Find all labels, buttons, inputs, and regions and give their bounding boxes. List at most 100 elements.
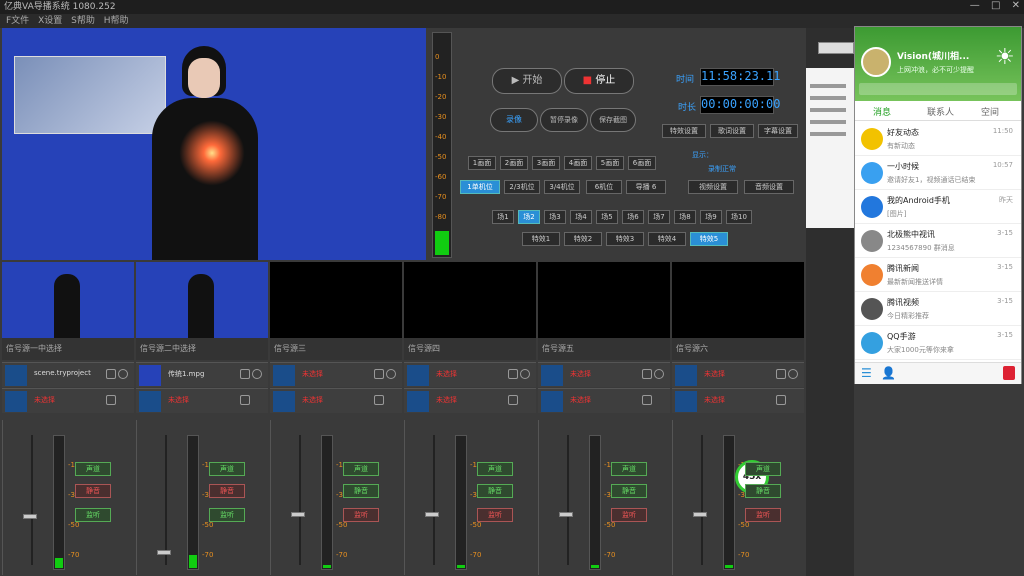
maximize-button[interactable]: □ — [991, 0, 1000, 11]
edit-icon[interactable] — [374, 395, 384, 405]
source-6-file-row2[interactable]: 未选择 — [672, 388, 804, 413]
source-2-video[interactable] — [136, 262, 268, 338]
tab-space[interactable]: 空间 — [981, 105, 999, 118]
source-4-file-row2[interactable]: 未选择 — [404, 388, 536, 413]
source-3-button[interactable]: 场3 — [544, 210, 566, 224]
search-input[interactable] — [859, 83, 1017, 95]
check-icon[interactable] — [252, 369, 262, 379]
mute-button[interactable]: 静音 — [209, 484, 245, 498]
audio-settings-button[interactable]: 音频设置 — [744, 180, 794, 194]
tab-contacts[interactable]: 联系人 — [927, 105, 954, 118]
tree-item[interactable] — [810, 96, 846, 100]
contacts-icon[interactable]: 👤 — [881, 366, 896, 380]
layout-4-button[interactable]: 4画面 — [564, 156, 592, 170]
menu-help2[interactable]: H帮助 — [104, 16, 129, 26]
edit-icon[interactable] — [374, 369, 384, 379]
source-3-file-row[interactable]: 未选择 — [270, 362, 402, 387]
edit-icon[interactable] — [776, 395, 786, 405]
mute-button[interactable]: 静音 — [75, 484, 111, 498]
layout-3-button[interactable]: 3画面 — [532, 156, 560, 170]
source-6-video[interactable] — [672, 262, 804, 338]
volume-fader-knob[interactable] — [559, 512, 573, 517]
source-1-button[interactable]: 场1 — [492, 210, 514, 224]
list-item[interactable]: QQ手游 大家1000元等你来拿 3-15 — [855, 327, 1021, 360]
edit-icon[interactable] — [240, 369, 250, 379]
source-4-button[interactable]: 场4 — [570, 210, 592, 224]
source-6-file-row[interactable]: 未选择 — [672, 362, 804, 387]
source-4-video[interactable] — [404, 262, 536, 338]
monitor-button[interactable]: 监听 — [209, 508, 245, 522]
source-2-file-row2[interactable]: 未选择 — [136, 388, 268, 413]
tree-item[interactable] — [810, 120, 846, 124]
source-3-file-row2[interactable]: 未选择 — [270, 388, 402, 413]
list-item[interactable]: 好友动态 有新动态 11:50 — [855, 123, 1021, 156]
volume-fader-knob[interactable] — [693, 512, 707, 517]
list-item[interactable]: 北极熊中视讯 1234567890 群消息 3-15 — [855, 225, 1021, 258]
mode-1-button[interactable]: 1单机位 — [460, 180, 500, 194]
source-1-file-row2[interactable]: 未选择 — [2, 388, 134, 413]
app-icon[interactable] — [1003, 366, 1015, 380]
volume-fader-knob[interactable] — [425, 512, 439, 517]
source-5-file-row2[interactable]: 未选择 — [538, 388, 670, 413]
list-item[interactable]: 腾讯新闻 最新新闻推送详情 3-15 — [855, 259, 1021, 292]
channel-button[interactable]: 声道 — [477, 462, 513, 476]
transition-2-button[interactable]: 特效2 — [564, 232, 602, 246]
tree-item[interactable] — [810, 84, 846, 88]
menu-icon[interactable]: ☰ — [861, 366, 872, 380]
list-item[interactable]: 一小时候 邀请好友1，视频通话已结束 10:57 — [855, 157, 1021, 190]
menu-file[interactable]: F文件 — [6, 16, 29, 26]
tree-item[interactable] — [810, 132, 846, 136]
volume-fader-knob[interactable] — [23, 514, 37, 519]
stop-button[interactable]: ■ 停止 — [564, 68, 634, 94]
volume-fader-knob[interactable] — [291, 512, 305, 517]
source-5-button[interactable]: 场5 — [596, 210, 618, 224]
mute-button[interactable]: 静音 — [477, 484, 513, 498]
transition-3-button[interactable]: 特效3 — [606, 232, 644, 246]
tab-messages[interactable]: 消息 — [873, 105, 891, 118]
edit-icon[interactable] — [106, 395, 116, 405]
source-10-button[interactable]: 场10 — [726, 210, 752, 224]
avatar[interactable] — [861, 47, 891, 77]
source-1-file-row[interactable]: scene.tryproject — [2, 362, 134, 387]
check-icon[interactable] — [118, 369, 128, 379]
mode-4-button[interactable]: 6机位 — [586, 180, 622, 194]
sidebar-button[interactable] — [818, 42, 854, 54]
edit-icon[interactable] — [240, 395, 250, 405]
menu-help[interactable]: S帮助 — [71, 16, 95, 26]
file-tree-panel[interactable] — [806, 68, 854, 228]
program-preview[interactable] — [2, 28, 426, 260]
mode-5-button[interactable]: 导播 6 — [626, 180, 666, 194]
monitor-button[interactable]: 监听 — [343, 508, 379, 522]
mute-button[interactable]: 静音 — [745, 484, 781, 498]
source-5-file-row[interactable]: 未选择 — [538, 362, 670, 387]
transition-4-button[interactable]: 特效4 — [648, 232, 686, 246]
tree-item[interactable] — [810, 108, 846, 112]
edit-icon[interactable] — [776, 369, 786, 379]
check-icon[interactable] — [788, 369, 798, 379]
qq-window[interactable]: Vision(城川相... 上网冲浪，必不可少提醒 ☀ 消息 联系人 空间 好友… — [854, 26, 1022, 384]
source-7-button[interactable]: 场7 — [648, 210, 670, 224]
check-icon[interactable] — [520, 369, 530, 379]
list-item[interactable]: 我的Android手机 [图片] 昨天 — [855, 191, 1021, 224]
channel-button[interactable]: 声道 — [343, 462, 379, 476]
pause-record-button[interactable]: 暂停录像 — [540, 108, 588, 132]
transition-5-button[interactable]: 特效5 — [690, 232, 728, 246]
edit-icon[interactable] — [642, 395, 652, 405]
close-button[interactable]: ✕ — [1012, 0, 1020, 11]
edit-icon[interactable] — [106, 369, 116, 379]
layout-5-button[interactable]: 5画面 — [596, 156, 624, 170]
channel-button[interactable]: 声道 — [611, 462, 647, 476]
monitor-button[interactable]: 监听 — [75, 508, 111, 522]
monitor-button[interactable]: 监听 — [611, 508, 647, 522]
menu-settings[interactable]: X设置 — [38, 16, 62, 26]
monitor-button[interactable]: 监听 — [745, 508, 781, 522]
layout-2-button[interactable]: 2画面 — [500, 156, 528, 170]
snapshot-button[interactable]: 保存截图 — [590, 108, 636, 132]
edit-icon[interactable] — [508, 369, 518, 379]
start-button[interactable]: ▶ 开始 — [492, 68, 562, 94]
source-4-file-row[interactable]: 未选择 — [404, 362, 536, 387]
subtitle-settings-button[interactable]: 字幕设置 — [758, 124, 798, 138]
minimize-button[interactable]: — — [970, 0, 980, 11]
list-item[interactable]: 腾讯视频 今日精彩推荐 3-15 — [855, 293, 1021, 326]
mode-2-button[interactable]: 2/3机位 — [504, 180, 540, 194]
